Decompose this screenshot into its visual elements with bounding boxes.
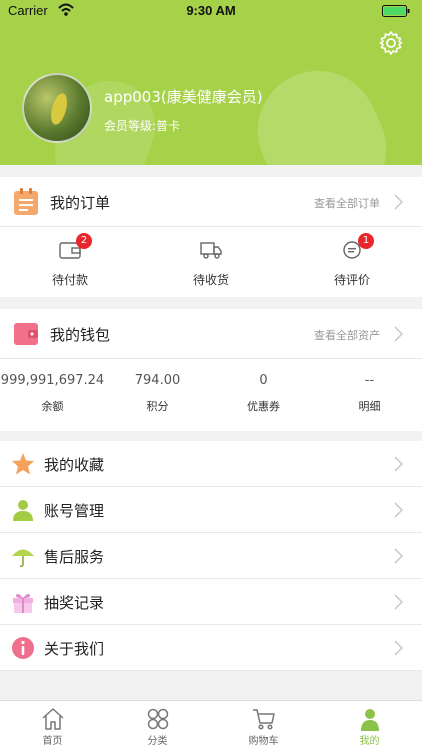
wallet-title: 我的钱包	[50, 326, 111, 344]
status-bar: Carrier 9:30 AM	[0, 0, 422, 22]
user-icon	[13, 500, 33, 521]
coupons-label: 优惠券	[247, 400, 280, 413]
coupons-value: 0	[259, 373, 268, 388]
user-name: app003(康美健康会员)	[104, 88, 263, 106]
avatar[interactable]	[22, 73, 92, 143]
order-item-label: 待付款	[51, 273, 88, 287]
order-clipboard-icon	[14, 188, 38, 215]
balance-value: 999,991,697.24	[0, 373, 105, 388]
tab-bar: 首页 分类 购物车 我的	[0, 700, 422, 750]
cart-icon	[253, 709, 275, 730]
pending-payment-badge: 2	[76, 233, 92, 249]
menu-label: 售后服务	[44, 548, 105, 566]
battery-icon	[382, 5, 410, 17]
category-icon	[147, 708, 169, 730]
points-value: 794.00	[134, 373, 181, 388]
menu-label: 关于我们	[44, 640, 105, 658]
view-all-orders-link[interactable]: 查看全部订单	[314, 195, 380, 211]
orders-title: 我的订单	[50, 194, 111, 212]
tab-cart[interactable]: 购物车	[211, 701, 316, 750]
points-label: 积分	[146, 400, 169, 413]
profile-header: Carrier 9:30 AM app003(康美健康会员) 会员等级:普卡	[0, 0, 422, 165]
order-item-label: 待收货	[192, 273, 229, 287]
info-icon	[12, 637, 34, 659]
umbrella-icon	[12, 549, 34, 568]
chevron-right-icon	[394, 502, 404, 518]
wallet-icon	[14, 323, 38, 345]
menu-about[interactable]: 关于我们	[0, 625, 422, 671]
header-decoration	[238, 51, 406, 165]
balance-label: 余额	[41, 400, 64, 413]
pending-review-badge: 1	[358, 233, 374, 249]
delivery-truck-icon	[200, 242, 222, 259]
order-status-row: 2 待付款 待收货 1 待评价	[0, 227, 422, 297]
orders-header[interactable]: 我的订单 查看全部订单	[0, 177, 422, 227]
wallet-stats-row: 999,991,697.24 余额 794.00 积分 0 优惠券 -- 明细	[0, 361, 422, 431]
view-all-assets-link[interactable]: 查看全部资产	[314, 327, 380, 343]
chevron-right-icon	[394, 548, 404, 564]
status-time: 9:30 AM	[186, 3, 236, 18]
menu-after-sales[interactable]: 售后服务	[0, 533, 422, 579]
details-value: --	[364, 373, 375, 388]
menu-account[interactable]: 账号管理	[0, 487, 422, 533]
tab-home[interactable]: 首页	[0, 701, 105, 750]
tab-label: 我的	[359, 736, 380, 747]
gift-icon	[13, 593, 33, 613]
chevron-right-icon	[394, 194, 404, 210]
tab-label: 首页	[42, 736, 63, 747]
wallet-details[interactable]: -- 明细	[317, 361, 422, 431]
menu-label: 我的收藏	[44, 456, 105, 474]
chevron-right-icon	[394, 594, 404, 610]
home-icon	[42, 708, 64, 730]
settings-gear-icon[interactable]	[378, 30, 404, 56]
tab-mine[interactable]: 我的	[317, 701, 422, 750]
user-active-icon	[361, 709, 379, 731]
menu-lottery[interactable]: 抽奖记录	[0, 579, 422, 625]
details-label: 明细	[358, 400, 381, 413]
wallet-coupons[interactable]: 0 优惠券	[211, 361, 316, 431]
order-pending-review[interactable]: 1 待评价	[282, 227, 422, 297]
menu-label: 抽奖记录	[44, 594, 105, 612]
wallet-header[interactable]: 我的钱包 查看全部资产	[0, 309, 422, 359]
orders-card: 我的订单 查看全部订单 2 待付款 待收货 1 待评价	[0, 177, 422, 297]
tab-category[interactable]: 分类	[105, 701, 210, 750]
order-pending-payment[interactable]: 2 待付款	[0, 227, 140, 297]
wallet-points[interactable]: 794.00 积分	[105, 361, 210, 431]
tab-label: 购物车	[248, 736, 279, 747]
wallet-card: 我的钱包 查看全部资产 999,991,697.24 余额 794.00 积分 …	[0, 309, 422, 431]
avatar-leaf	[48, 91, 70, 127]
tab-label: 分类	[147, 736, 168, 747]
chevron-right-icon	[394, 640, 404, 656]
chevron-right-icon	[394, 326, 404, 342]
member-level: 会员等级:普卡	[104, 119, 181, 133]
star-icon	[12, 453, 34, 475]
order-pending-receipt[interactable]: 待收货	[141, 227, 281, 297]
wallet-balance[interactable]: 999,991,697.24 余额	[0, 361, 105, 431]
order-item-label: 待评价	[333, 273, 370, 287]
menu-label: 账号管理	[44, 502, 105, 520]
menu-favorites[interactable]: 我的收藏	[0, 441, 422, 487]
chevron-right-icon	[394, 456, 404, 472]
